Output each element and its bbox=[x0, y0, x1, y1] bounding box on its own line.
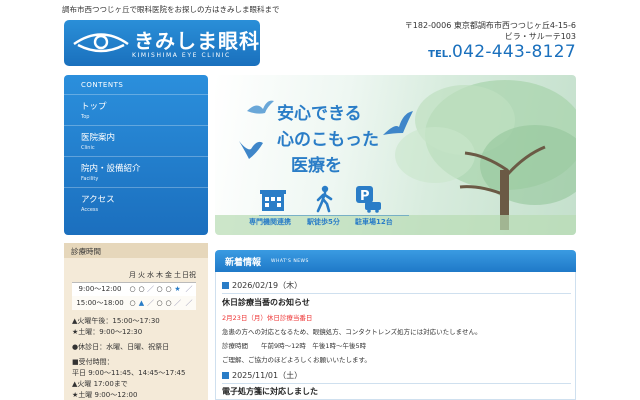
hours-note: 平日 9:00～11:45、14:45～17:45 bbox=[72, 369, 186, 377]
logo-name: きみしま眼科 bbox=[134, 29, 260, 53]
day-header: 金 bbox=[164, 268, 173, 283]
hours-mark: ／ bbox=[146, 282, 155, 296]
hours-row: 9:00～12:00 ○ ○ ／ ○ ○ ★ ／ bbox=[72, 282, 196, 296]
hours-note: ■受付時間： bbox=[72, 358, 114, 366]
contents-nav: CONTENTS トップ Top 医院案内 Clinic 院内・設備紹介 Fac… bbox=[64, 75, 208, 235]
svg-text:P: P bbox=[360, 189, 370, 204]
parking-icon: P bbox=[356, 186, 381, 213]
news-date: 2025/11/01（土） bbox=[222, 370, 302, 381]
building-icon bbox=[260, 190, 286, 211]
hours-mark: ○ bbox=[155, 296, 164, 310]
day-header: 木 bbox=[155, 268, 164, 283]
news-title: 新着情報 bbox=[225, 258, 262, 268]
hours-mark: ○ bbox=[155, 282, 164, 296]
news-date: 2026/02/19（木） bbox=[222, 280, 302, 291]
hero-divider bbox=[259, 215, 409, 216]
tel-prefix: TEL. bbox=[428, 49, 452, 60]
bird-icon bbox=[247, 100, 274, 114]
news-text: ご理解、ご協力のほどよろしくお願いいたします。 bbox=[222, 356, 371, 364]
bird-icon bbox=[239, 141, 263, 159]
hours-note: ★土曜：9:00～12:30 bbox=[72, 328, 143, 336]
hours-mark: ／ bbox=[182, 282, 196, 296]
day-header: 土 bbox=[173, 268, 182, 283]
day-header: 水 bbox=[146, 268, 155, 283]
hours-note: ▲火曜 17:00まで bbox=[72, 380, 128, 388]
hero-caption-1: 専門機関連携 bbox=[249, 218, 291, 226]
hours-mark: ○ bbox=[164, 296, 173, 310]
news-date-text: 2025/11/01（土） bbox=[232, 371, 303, 380]
news-highlight: 2月23日（月）休日診療当番日 bbox=[222, 314, 313, 322]
header-tagline: 調布市西つつじヶ丘で眼科医院をお探しの方はきみしま眼科まで bbox=[62, 5, 280, 14]
nav-item-label: トップ bbox=[81, 102, 107, 112]
telephone[interactable]: TEL.042-443-8127 bbox=[428, 42, 576, 62]
news-text: 急患の方への対応となるため、眼鏡処方、コンタクトレンズ処方には対応いたしません。 bbox=[222, 328, 482, 336]
nav-item-sublabel: Top bbox=[81, 114, 90, 120]
news-title-english: WHAT'S NEWS bbox=[271, 259, 309, 264]
hours-note: ●休診日：水曜、日曜、祝祭日 bbox=[72, 343, 170, 351]
hero-line-3: 医療を bbox=[291, 156, 342, 176]
nav-item-sublabel: Clinic bbox=[81, 145, 95, 151]
news-heading[interactable]: 電子処方箋に対応しました bbox=[222, 386, 318, 397]
hero-caption-3: 駐車場12台 bbox=[355, 218, 393, 226]
clinic-address: 〒182-0006 東京都調布市西つつじヶ丘4-15-6 ビラ・サルーテ103 bbox=[405, 20, 576, 42]
eye-logo-icon bbox=[73, 33, 129, 53]
nav-item-sublabel: Facility bbox=[81, 176, 99, 182]
hours-title: 診療時間 bbox=[64, 243, 208, 258]
nav-item-clinic[interactable]: 医院案内 Clinic bbox=[64, 125, 208, 155]
square-bullet-icon bbox=[222, 282, 229, 289]
nav-item-label: アクセス bbox=[81, 195, 115, 205]
day-header: 月 bbox=[128, 268, 137, 283]
hours-note: ★土曜 9:00～12:00 bbox=[72, 391, 138, 399]
hours-header-blank bbox=[72, 268, 128, 283]
nav-item-label: 院内・設備紹介 bbox=[81, 164, 141, 174]
hours-mark: ○ bbox=[128, 282, 137, 296]
hours-mark: ★ bbox=[173, 282, 182, 296]
clinic-logo[interactable]: きみしま眼科 KIMISHIMA EYE CLINIC bbox=[64, 20, 260, 66]
hours-mark: ／ bbox=[173, 296, 182, 310]
tel-number: 042-443-8127 bbox=[451, 42, 576, 62]
hours-time: 15:00～18:00 bbox=[72, 296, 128, 310]
nav-item-label: 医院案内 bbox=[81, 133, 116, 143]
nav-item-facility[interactable]: 院内・設備紹介 Facility bbox=[64, 156, 208, 186]
nav-item-access[interactable]: アクセス Access bbox=[64, 187, 208, 217]
nav-item-top[interactable]: トップ Top bbox=[64, 94, 208, 124]
news-heading[interactable]: 休日診療当番のお知らせ bbox=[222, 297, 310, 308]
nav-item-sublabel: Access bbox=[81, 207, 99, 213]
news-date-text: 2026/02/19（木） bbox=[232, 281, 303, 290]
bird-icon bbox=[383, 111, 413, 135]
walking-person-icon bbox=[316, 185, 333, 213]
news-list: 2026/02/19（木） 休日診療当番のお知らせ 2月23日（月）休日診療当番… bbox=[215, 272, 576, 400]
day-header: 火 bbox=[137, 268, 146, 283]
news-panel: 新着情報 WHAT'S NEWS 2026/02/19（木） 休日診療当番のお知… bbox=[215, 250, 576, 400]
nav-heading: CONTENTS bbox=[81, 81, 124, 89]
hours-mark: ／ bbox=[182, 296, 196, 310]
address-line-1: 〒182-0006 東京都調布市西つつじヶ丘4-15-6 bbox=[404, 21, 576, 30]
hours-mark: ○ bbox=[128, 296, 137, 310]
hours-note: ▲火曜午後：15:00～17:30 bbox=[72, 317, 160, 325]
hero-banner: 安心できる 心のこもった 医療を P 専門機関連携 駅徒歩5分 駐車場12台 bbox=[215, 75, 576, 235]
hero-caption-2: 駅徒歩5分 bbox=[307, 218, 340, 226]
hours-row: 15:00～18:00 ○ ▲ ／ ○ ○ ／ ／ bbox=[72, 296, 196, 310]
office-hours-panel: 診療時間 月 火 水 木 金 土 日祝 9:00～12:00 ○ ○ ／ ○ ○… bbox=[64, 243, 208, 400]
day-header: 日祝 bbox=[182, 268, 196, 283]
address-line-2: ビラ・サルーテ103 bbox=[504, 32, 576, 41]
hours-table: 月 火 水 木 金 土 日祝 9:00～12:00 ○ ○ ／ ○ ○ ★ ／ … bbox=[72, 268, 196, 310]
hero-line-2: 心のこもった bbox=[277, 130, 379, 150]
hours-mark: ／ bbox=[146, 296, 155, 310]
hours-mark: ○ bbox=[164, 282, 173, 296]
hero-line-1: 安心できる bbox=[277, 104, 362, 124]
news-header: 新着情報 WHAT'S NEWS bbox=[215, 250, 576, 272]
hours-mark: ○ bbox=[137, 282, 146, 296]
news-divider bbox=[222, 293, 571, 294]
news-text: 診療時間 午前9時～12時 午後1時～午後5時 bbox=[222, 342, 367, 350]
square-bullet-icon bbox=[222, 372, 229, 379]
logo-english: KIMISHIMA EYE CLINIC bbox=[132, 52, 231, 59]
hours-time: 9:00～12:00 bbox=[72, 282, 128, 296]
hours-mark: ▲ bbox=[137, 296, 146, 310]
news-divider bbox=[222, 383, 571, 384]
